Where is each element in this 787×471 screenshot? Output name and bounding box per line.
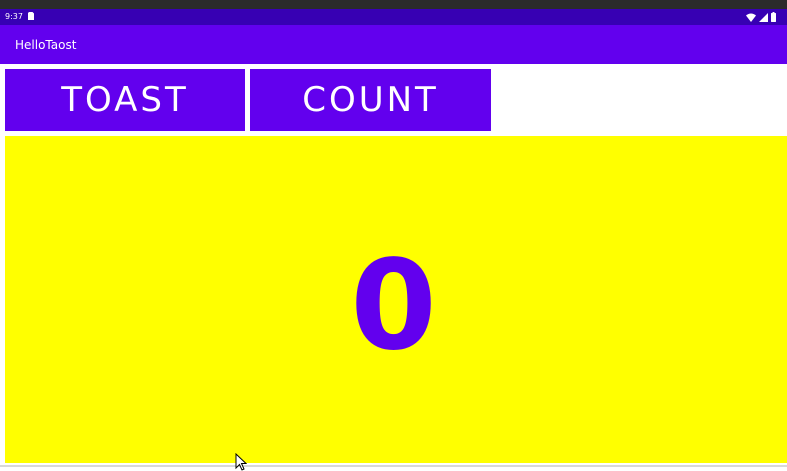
count-button[interactable]: COUNT (250, 69, 491, 131)
signal-icon (759, 12, 768, 22)
status-icons (746, 12, 776, 22)
toast-button[interactable]: TOAST (5, 69, 245, 131)
bottom-divider (0, 465, 787, 467)
battery-icon (771, 12, 776, 22)
count-value: 0 (350, 234, 437, 378)
mouse-cursor-icon (235, 453, 247, 471)
status-bar: 9:37 (0, 9, 787, 25)
app-bar: HelloTaost (0, 25, 787, 64)
window-frame-top (0, 0, 787, 9)
count-button-label: COUNT (302, 80, 439, 120)
sim-card-icon (28, 12, 34, 20)
status-time: 9:37 (5, 12, 23, 21)
wifi-icon (746, 13, 756, 22)
toast-button-label: TOAST (61, 80, 189, 120)
app-title: HelloTaost (15, 38, 77, 52)
